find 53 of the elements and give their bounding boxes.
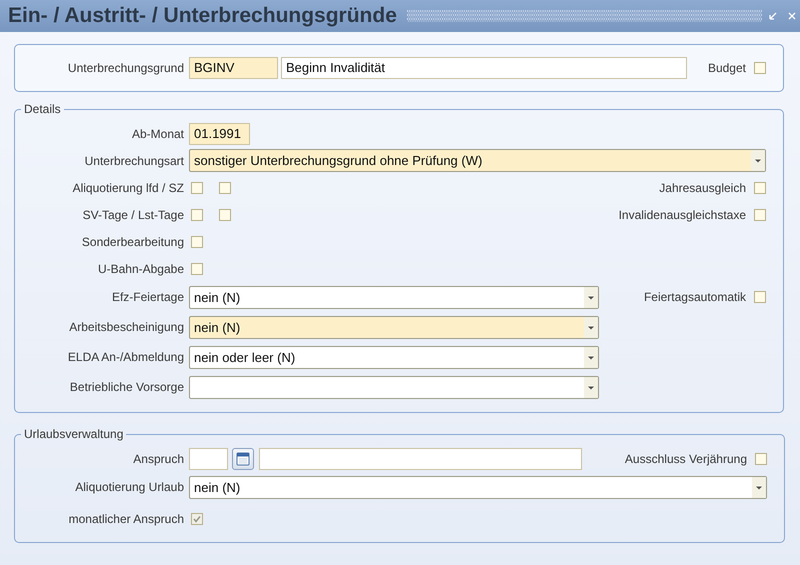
dropdown[interactable]: sonstiger Unterbrechungsgrund ohne Prüfung (W) [189,149,766,172]
checkbox[interactable] [219,182,231,194]
field-label: Anspruch [132,452,185,466]
checkbox-label: Invalidenausgleichstaxe [618,208,746,222]
field-label: Betriebliche Vorsorge [68,380,185,394]
dropdown[interactable]: nein oder leer (N) [189,346,599,368]
field-label: Unterbrechungsgrund [66,61,185,75]
dropdown-value: nein oder leer (N) [194,350,296,364]
month-field[interactable]: 01.1991 [189,122,250,144]
checkbox[interactable] [755,452,767,464]
minimize-icon[interactable] [768,11,778,21]
field-label: Efz-Feiertage [110,290,185,304]
field-label: Arbeitsbescheinigung [68,320,185,334]
checkbox[interactable] [191,236,203,248]
checkbox-label: Jahresausgleich [659,180,746,194]
field-label: U-Bahn-Abgabe [96,262,185,276]
field-label: Aliquotierung Urlaub [74,480,185,494]
dropdown-value: nein (N) [194,480,242,494]
dropdown-value: sonstiger Unterbrechungsgrund ohne Prüfung (W) [194,153,484,168]
dropdown[interactable]: nein (N) [189,476,767,498]
code-field[interactable]: BGINV [189,57,278,79]
calendar-icon [236,452,250,466]
field-label: Sonderbearbeitung [80,234,185,248]
checkbox-label: Budget [708,61,746,75]
dropdown-value: nein (N) [194,320,242,334]
calendar-button[interactable] [232,448,254,470]
field-label: SV-Tage / Lst-Tage [82,208,185,222]
close-icon[interactable] [787,11,797,21]
description-field[interactable]: Beginn Invalidität [281,57,687,79]
checkbox[interactable] [191,262,203,274]
checkbox[interactable] [754,208,766,220]
checkbox-label: Ausschluss Verjährung [624,452,747,466]
field-label: Ab-Monat [130,126,185,140]
checkbox[interactable] [754,182,766,194]
checkbox[interactable] [754,62,766,74]
field-label: Aliquotierung lfd / SZ [72,180,185,194]
section-title: Details [23,102,62,116]
input-field[interactable] [189,448,228,470]
checkbox[interactable] [219,208,231,220]
dropdown-value: nein (N) [194,290,242,304]
field-label: monatlicher Anspruch [68,512,185,526]
checkbox[interactable] [191,208,203,220]
section-title: Urlaubsverwaltung [23,427,124,441]
dropdown[interactable] [189,376,599,398]
checkbox-label: Feiertagsautomatik [644,290,746,304]
checkbox[interactable] [191,182,203,194]
window-title: Ein- / Austritt- / Unterbrechungsgründe [8,4,397,28]
checkbox[interactable] [754,291,766,303]
dropdown[interactable]: nein (N) [189,316,599,338]
field-label: Unterbrechungsart [84,154,185,168]
input-field[interactable] [259,448,582,470]
dropdown[interactable]: nein (N) [189,286,599,308]
field-label: ELDA An-/Abmeldung [66,350,185,364]
